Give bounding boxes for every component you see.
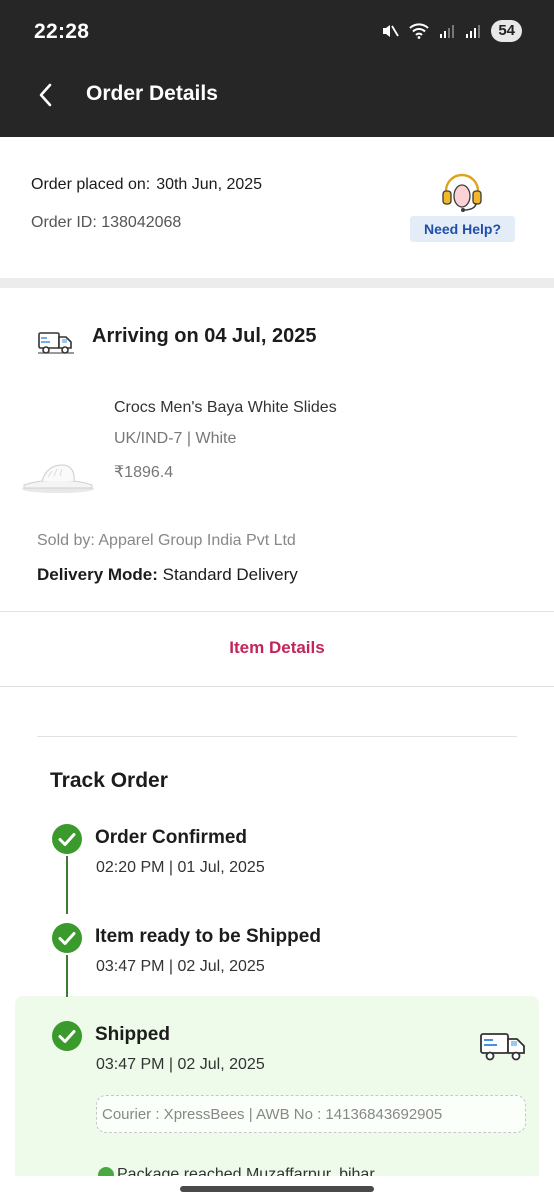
product-price: ₹1896.4	[114, 464, 174, 481]
home-indicator[interactable]	[180, 1186, 374, 1192]
timeline-connector	[66, 856, 68, 914]
mute-icon	[381, 22, 400, 40]
order-placed-date: 30th Jun, 2025	[156, 176, 263, 193]
order-placed-row: Order placed on: 30th Jun, 2025	[31, 176, 262, 194]
page-title: Order Details	[86, 82, 218, 105]
need-help-button[interactable]: Need Help?	[410, 216, 515, 242]
chevron-left-icon	[39, 83, 52, 107]
section-divider	[0, 278, 554, 288]
step-title-order-confirmed: Order Confirmed	[95, 827, 248, 848]
order-placed-label: Order placed on:	[31, 176, 151, 193]
battery-indicator: 54	[491, 20, 522, 42]
status-icons: 54	[381, 20, 522, 42]
courier-awb-info: Courier : XpressBees | AWB No : 14136843…	[96, 1095, 526, 1133]
track-order-title: Track Order	[50, 769, 168, 792]
divider	[37, 736, 517, 737]
timeline-connector	[66, 955, 68, 997]
back-button[interactable]	[30, 80, 60, 110]
arrival-date: Arriving on 04 Jul, 2025	[92, 325, 317, 347]
product-variant: UK/IND-7 | White	[114, 430, 237, 447]
order-id: Order ID: 138042068	[31, 214, 182, 231]
step-title-ready-to-ship: Item ready to be Shipped	[95, 926, 321, 947]
divider	[0, 611, 554, 612]
check-circle-icon	[52, 1021, 82, 1051]
divider	[0, 686, 554, 687]
delivery-mode-value: Standard Delivery	[162, 565, 298, 584]
status-time: 22:28	[34, 20, 90, 43]
step-time-order-confirmed: 02:20 PM | 01 Jul, 2025	[96, 859, 265, 876]
product-name[interactable]: Crocs Men's Baya White Slides	[114, 399, 337, 417]
headset-icon[interactable]	[440, 173, 484, 213]
check-circle-icon	[52, 824, 82, 854]
product-image[interactable]	[20, 455, 96, 495]
app-header: 22:28 54 Order Details	[0, 0, 554, 137]
step-title-shipped: Shipped	[95, 1024, 170, 1045]
signal-icon-1	[439, 23, 455, 39]
delivery-mode-label: Delivery Mode:	[37, 565, 158, 584]
step-time-shipped: 03:47 PM | 02 Jul, 2025	[96, 1056, 265, 1073]
wifi-icon	[409, 23, 430, 39]
check-circle-icon	[52, 923, 82, 953]
delivery-mode: Delivery Mode: Standard Delivery	[37, 565, 298, 585]
item-details-link[interactable]: Item Details	[0, 638, 554, 658]
order-summary: Order placed on: 30th Jun, 2025 Order ID:…	[0, 137, 554, 278]
shipping-truck-icon	[480, 1033, 525, 1061]
delivery-truck-icon	[38, 332, 74, 354]
seller-info: Sold by: Apparel Group India Pvt Ltd	[37, 532, 296, 549]
signal-icon-2	[465, 23, 481, 39]
step-time-ready-to-ship: 03:47 PM | 02 Jul, 2025	[96, 958, 265, 975]
